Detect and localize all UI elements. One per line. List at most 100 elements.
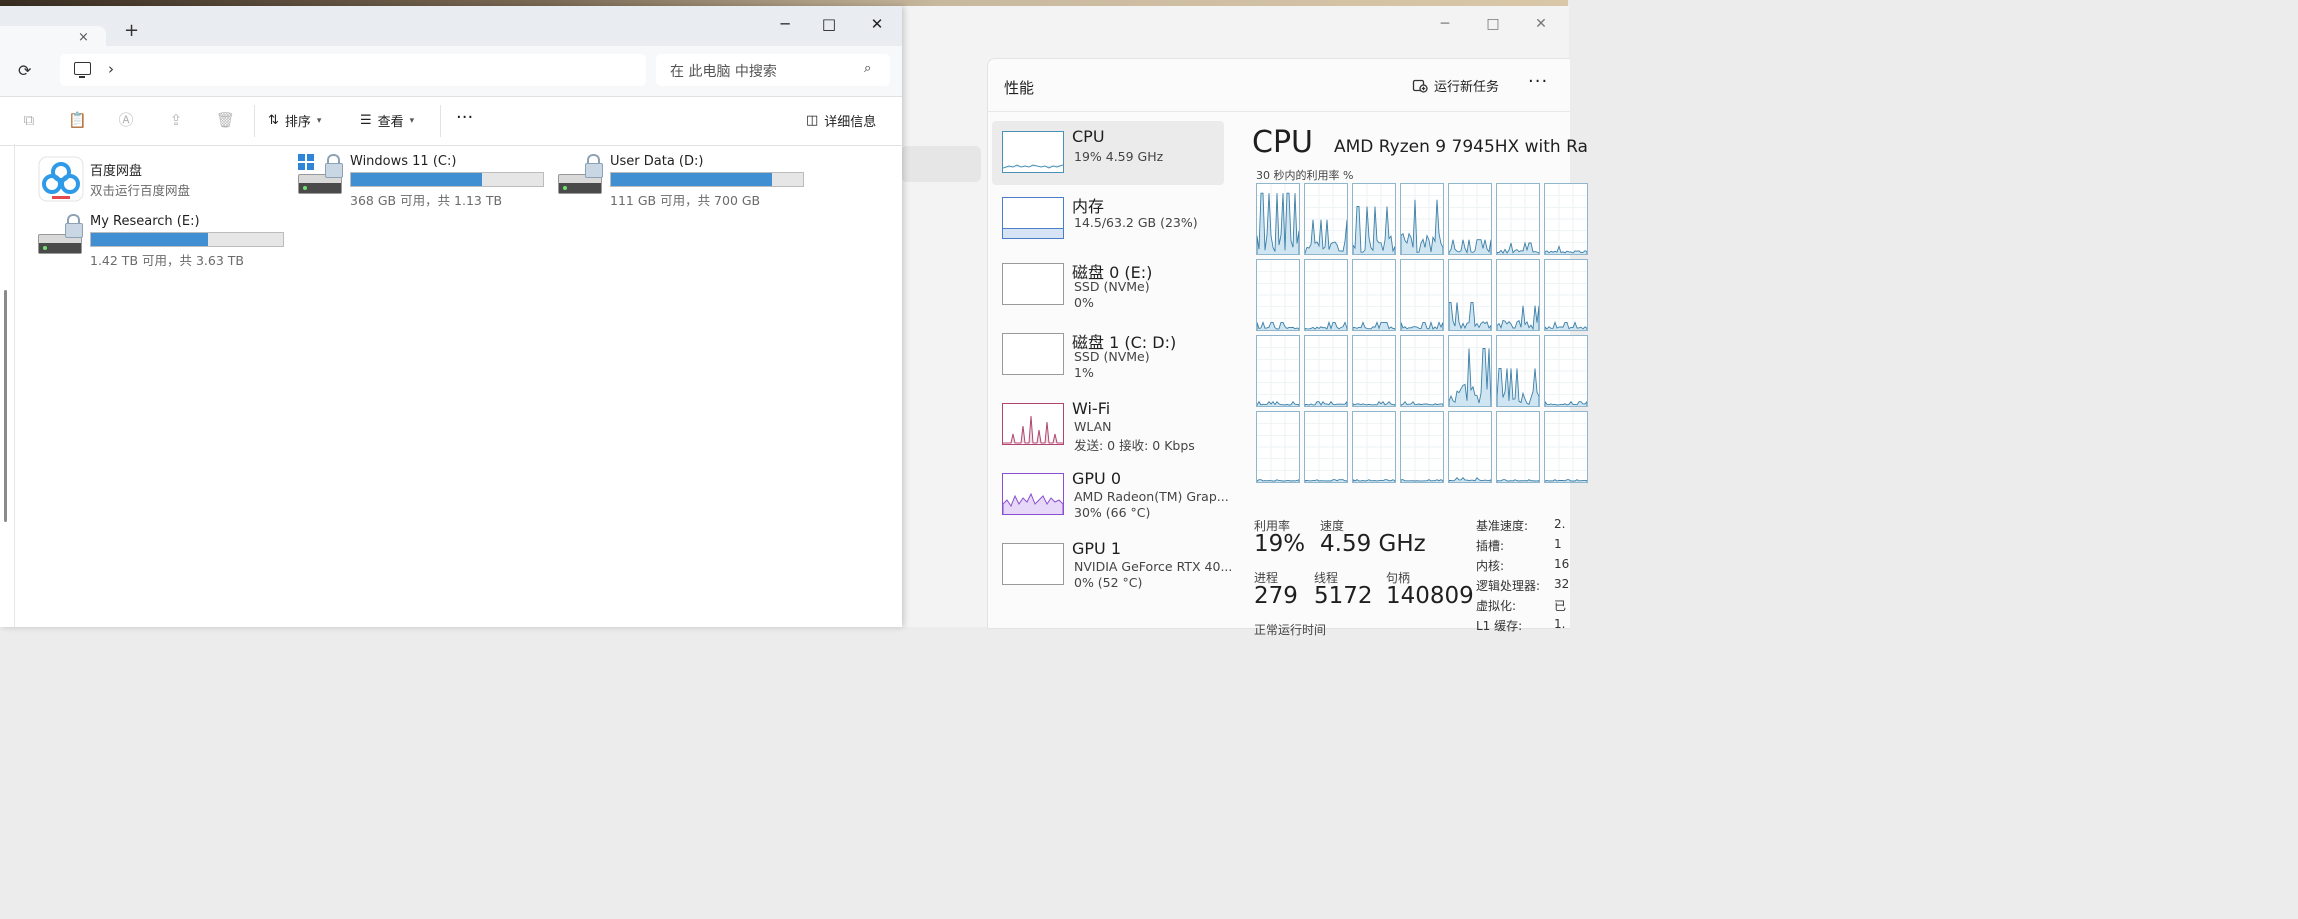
new-tab-button[interactable]: + (124, 20, 139, 41)
perf-item-name: Wi-Fi (1072, 399, 1111, 418)
perf-item-name: GPU 1 (1072, 539, 1122, 558)
search-input[interactable]: 在 此电脑 中搜索 ⌕ (656, 54, 890, 86)
drive-subtitle: 双击运行百度网盘 (90, 183, 191, 198)
cpu-model: AMD Ryzen 9 7945HX with Ra (1334, 137, 1588, 157)
detail-key: 基准速度: (1476, 519, 1529, 533)
disk0-thumb-graph (1002, 263, 1064, 305)
detail-key: 插槽: (1476, 539, 1505, 553)
navigation-bar: ⟳ › 在 此电脑 中搜索 ⌕ (0, 46, 902, 96)
view-label: 查看 (377, 115, 404, 130)
wifi-thumb-graph (1002, 403, 1064, 445)
thread-value: 5172 (1314, 583, 1373, 609)
cpu-core-graph (1400, 183, 1444, 255)
search-icon: ⌕ (864, 61, 872, 76)
drive-usage-bar (90, 232, 284, 247)
tm-minimize-button[interactable]: ─ (1433, 12, 1457, 36)
tm-nav-highlight (901, 146, 981, 182)
view-button[interactable]: ☰ 查看 ▾ (360, 111, 414, 130)
page-title: 性能 (1004, 79, 1035, 97)
perf-item-cpu[interactable]: CPU 19% 4.59 GHz (992, 121, 1224, 185)
cpu-core-graph (1544, 335, 1588, 407)
tab-close-icon[interactable]: × (78, 30, 89, 45)
tm-more-button[interactable]: ··· (1528, 71, 1548, 92)
perf-item-sub: WLAN (1074, 419, 1112, 434)
drive-baidu-netdisk[interactable]: 百度网盘 双击运行百度网盘 (38, 154, 238, 214)
cpu-core-graph (1496, 411, 1540, 483)
details-pane-button[interactable]: ◫ 详细信息 (806, 111, 876, 130)
perf-item-sub2: 0% (1074, 295, 1094, 310)
drive-usage-fill (611, 173, 773, 186)
copy-icon[interactable]: ⧉ (20, 111, 38, 129)
share-icon[interactable]: ⇪ (167, 111, 185, 129)
paste-icon[interactable]: 📋 (68, 111, 87, 129)
perf-item-sub: AMD Radeon(TM) Grap... (1074, 489, 1229, 504)
uptime-label: 正常运行时间 (1254, 623, 1327, 637)
close-button[interactable]: ✕ (862, 10, 892, 38)
cpu-core-graph (1544, 411, 1588, 483)
drive-e[interactable]: My Research (E:) 1.42 TB 可用，共 3.63 TB (38, 214, 288, 274)
toolbar-divider (440, 105, 441, 137)
detail-value: 1 (1554, 537, 1562, 551)
bitlocker-lock-icon (64, 214, 83, 238)
cpu-util-graph-label: 30 秒内的利用率 % (1256, 169, 1354, 182)
cpu-core-graph (1304, 335, 1348, 407)
address-bar[interactable]: › (60, 54, 646, 86)
detail-value: 已 (1554, 599, 1567, 613)
breadcrumb-chevron-icon[interactable]: › (108, 60, 114, 78)
util-value: 19% (1254, 531, 1306, 557)
gpu0-thumb-graph (1002, 473, 1064, 515)
drive-d[interactable]: User Data (D:) 111 GB 可用，共 700 GB (558, 154, 808, 214)
disk1-thumb-graph (1002, 333, 1064, 375)
delete-icon[interactable]: 🗑 (216, 111, 235, 129)
perf-item-gpu-0[interactable]: GPU 0 AMD Radeon(TM) Grap... 30% (66 °C) (992, 463, 1229, 527)
drive-space-info: 111 GB 可用，共 700 GB (610, 193, 761, 208)
drive-c[interactable]: Windows 11 (C:) 368 GB 可用，共 1.13 TB (298, 154, 548, 214)
command-bar: ⧉ 📋 Ⓐ ⇪ 🗑 ⇅ 排序 ▾ ☰ 查看 ▾ ··· ◫ 详细信息 (0, 96, 902, 146)
cpu-core-graph (1256, 411, 1300, 483)
cpu-core-graph (1544, 259, 1588, 331)
maximize-button[interactable]: □ (814, 10, 844, 38)
details-pane-icon: ◫ (806, 113, 819, 128)
cpu-core-graph (1400, 411, 1444, 483)
rename-icon[interactable]: Ⓐ (117, 111, 135, 129)
perf-item-wifi[interactable]: Wi-Fi WLAN 发送: 0 接收: 0 Kbps (992, 393, 1224, 457)
perf-item-name: GPU 0 (1072, 469, 1122, 488)
run-new-task-button[interactable]: 运行新任务 (1412, 73, 1499, 97)
drive-space-info: 1.42 TB 可用，共 3.63 TB (90, 253, 244, 268)
sort-label: 排序 (284, 115, 311, 130)
cpu-core-graph (1496, 335, 1540, 407)
sort-button[interactable]: ⇅ 排序 ▾ (268, 111, 321, 130)
chevron-down-icon: ▾ (409, 115, 415, 126)
cpu-core-graph (1448, 183, 1492, 255)
drive-name: User Data (D:) (610, 154, 704, 169)
perf-item-memory[interactable]: 内存 14.5/63.2 GB (23%) (992, 187, 1224, 251)
more-options-button[interactable]: ··· (456, 107, 473, 128)
cpu-core-graph (1496, 183, 1540, 255)
bitlocker-lock-icon (584, 154, 603, 178)
perf-item-disk-0[interactable]: 磁盘 0 (E:) SSD (NVMe) 0% (992, 253, 1224, 317)
perf-item-gpu-1[interactable]: GPU 1 NVIDIA GeForce RTX 40... 0% (52 °C… (992, 533, 1232, 597)
refresh-icon[interactable]: ⟳ (18, 61, 31, 80)
tm-maximize-button[interactable]: □ (1481, 12, 1505, 36)
detail-value: 16 (1554, 557, 1570, 571)
cpu-core-graph (1256, 183, 1300, 255)
title-bar: × + ─ □ ✕ (0, 6, 902, 52)
detail-key: L1 缓存: (1476, 619, 1523, 633)
tm-close-button[interactable]: ✕ (1529, 12, 1553, 36)
perf-item-disk-1[interactable]: 磁盘 1 (C: D:) SSD (NVMe) 1% (992, 323, 1224, 387)
cpu-core-graph (1352, 335, 1396, 407)
detail-value: 2. (1554, 517, 1566, 531)
this-pc-icon (74, 62, 91, 75)
nav-pane-scrollbar[interactable] (4, 290, 7, 522)
detail-key: 内核: (1476, 559, 1505, 573)
detail-value: 32 (1554, 577, 1570, 591)
minimize-button[interactable]: ─ (770, 10, 800, 38)
search-placeholder: 在 此电脑 中搜索 (670, 64, 777, 80)
perf-item-sub: SSD (NVMe) (1074, 349, 1150, 364)
run-task-icon (1412, 79, 1428, 93)
perf-item-sub: SSD (NVMe) (1074, 279, 1150, 294)
sort-icon: ⇅ (268, 113, 279, 128)
perf-item-sub2: 30% (66 °C) (1074, 505, 1151, 520)
cpu-core-graph (1352, 411, 1396, 483)
perf-item-sub: NVIDIA GeForce RTX 40... (1074, 559, 1233, 574)
